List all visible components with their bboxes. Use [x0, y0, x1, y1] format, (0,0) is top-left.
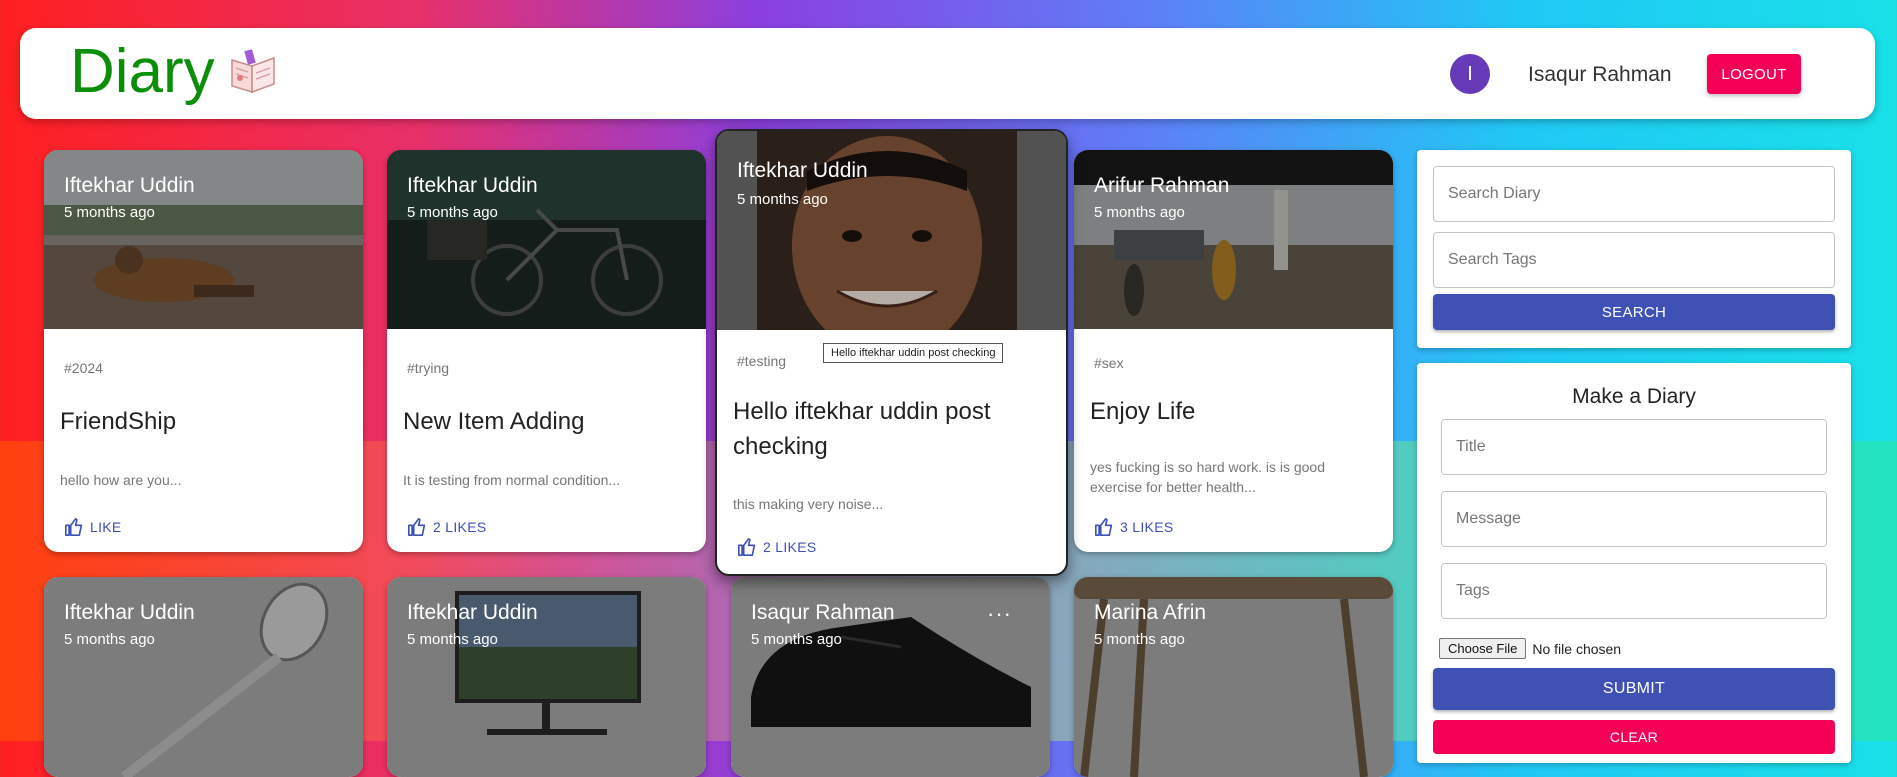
post-image[interactable]: Isaqur Rahman 5 months ago ···	[731, 577, 1050, 777]
post-tags: #2024	[64, 360, 103, 376]
post-tags: #testing	[737, 353, 787, 369]
post-card[interactable]: Isaqur Rahman 5 months ago ···	[731, 577, 1050, 777]
post-message: It is testing from normal condition...	[403, 472, 621, 488]
more-options-icon[interactable]: ···	[987, 601, 1012, 627]
like-button[interactable]: LIKE	[64, 518, 122, 536]
post-message: yes fucking is so hard work. is is good …	[1090, 459, 1325, 496]
post-message: this making very noise...	[733, 496, 884, 512]
app-bar: Diary I Isaqur Rahman LOGOUT	[20, 28, 1875, 119]
brand-title[interactable]: Diary	[70, 36, 215, 107]
message-input[interactable]	[1441, 491, 1827, 547]
like-count: 2 LIKES	[433, 519, 487, 535]
user-avatar[interactable]: I	[1450, 54, 1490, 94]
like-count: 3 LIKES	[1120, 519, 1174, 535]
search-button[interactable]: SEARCH	[1433, 294, 1835, 330]
post-image[interactable]: Iftekhar Uddin 5 months ago	[44, 577, 363, 777]
post-author: Iftekhar Uddin	[407, 601, 538, 624]
post-card[interactable]: Marina Afrin 5 months ago	[1074, 577, 1393, 777]
diary-form: Make a Diary Choose File No file chosen …	[1417, 363, 1851, 763]
post-author: Iftekhar Uddin	[737, 159, 868, 182]
tags-input[interactable]	[1441, 563, 1827, 619]
post-title: Hello iftekhar uddin post checking	[733, 398, 991, 460]
post-author: Iftekhar Uddin	[64, 174, 195, 197]
post-time: 5 months ago	[407, 631, 498, 648]
search-tags-input[interactable]	[1433, 232, 1835, 288]
user-name: Isaqur Rahman	[1528, 63, 1672, 86]
post-time: 5 months ago	[1094, 204, 1185, 221]
post-title: Enjoy Life	[1090, 398, 1196, 425]
thumb-up-icon	[1095, 518, 1113, 536]
post-title: New Item Adding	[403, 408, 585, 435]
thumb-up-icon	[408, 518, 426, 536]
post-card[interactable]: Iftekhar Uddin 5 months ago	[44, 577, 363, 777]
like-button[interactable]: 3 LIKES	[1094, 518, 1173, 536]
submit-button[interactable]: SUBMIT	[1433, 668, 1835, 710]
post-author: Iftekhar Uddin	[407, 174, 538, 197]
post-card[interactable]: Iftekhar Uddin 5 months ago	[387, 577, 706, 777]
post-time: 5 months ago	[64, 631, 155, 648]
post-card[interactable]: Iftekhar Uddin 5 months ago #testing Hel…	[715, 129, 1068, 576]
clear-button[interactable]: CLEAR	[1433, 720, 1835, 754]
post-time: 5 months ago	[1094, 631, 1185, 648]
post-card[interactable]: Arifur Rahman 5 months ago #sex Enjoy Li…	[1074, 150, 1393, 552]
post-time: 5 months ago	[737, 191, 828, 208]
post-tags: #trying	[407, 360, 450, 376]
post-author: Isaqur Rahman	[751, 601, 895, 624]
like-button[interactable]: 2 LIKES	[737, 538, 816, 556]
file-upload: Choose File No file chosen	[1439, 638, 1621, 659]
post-message: hello how are you...	[60, 472, 182, 488]
like-count: LIKE	[90, 519, 122, 535]
like-button[interactable]: 2 LIKES	[407, 518, 486, 536]
title-tooltip: Hello iftekhar uddin post checking	[823, 343, 1004, 363]
post-time: 5 months ago	[64, 204, 155, 221]
like-count: 2 LIKES	[763, 539, 817, 555]
post-author: Marina Afrin	[1094, 601, 1207, 624]
file-status: No file chosen	[1532, 640, 1622, 657]
post-time: 5 months ago	[407, 204, 498, 221]
search-diary-input[interactable]	[1433, 166, 1835, 222]
logout-button[interactable]: LOGOUT	[1707, 54, 1801, 94]
choose-file-button[interactable]: Choose File	[1439, 638, 1527, 659]
diary-book-icon	[231, 49, 275, 94]
post-tags: #sex	[1094, 355, 1124, 371]
post-title: FriendShip	[60, 408, 177, 435]
post-time: 5 months ago	[751, 631, 842, 648]
post-image[interactable]: Iftekhar Uddin 5 months ago	[717, 131, 1066, 330]
title-input[interactable]	[1441, 419, 1827, 475]
post-author: Iftekhar Uddin	[64, 601, 195, 624]
form-heading: Make a Diary	[1572, 385, 1696, 408]
post-image[interactable]: Iftekhar Uddin 5 months ago	[44, 150, 363, 329]
thumb-up-icon	[65, 518, 83, 536]
thumb-up-icon	[737, 538, 756, 556]
post-card[interactable]: Iftekhar Uddin 5 months ago #2024 Friend…	[44, 150, 363, 552]
post-image[interactable]: Iftekhar Uddin 5 months ago	[387, 150, 706, 329]
search-panel: SEARCH	[1417, 150, 1851, 348]
post-image[interactable]: Iftekhar Uddin 5 months ago	[387, 577, 706, 777]
post-author: Arifur Rahman	[1094, 174, 1230, 197]
post-card[interactable]: Iftekhar Uddin 5 months ago #trying New …	[387, 150, 706, 552]
post-image[interactable]: Arifur Rahman 5 months ago	[1074, 150, 1393, 329]
post-image[interactable]: Marina Afrin 5 months ago	[1074, 577, 1393, 777]
